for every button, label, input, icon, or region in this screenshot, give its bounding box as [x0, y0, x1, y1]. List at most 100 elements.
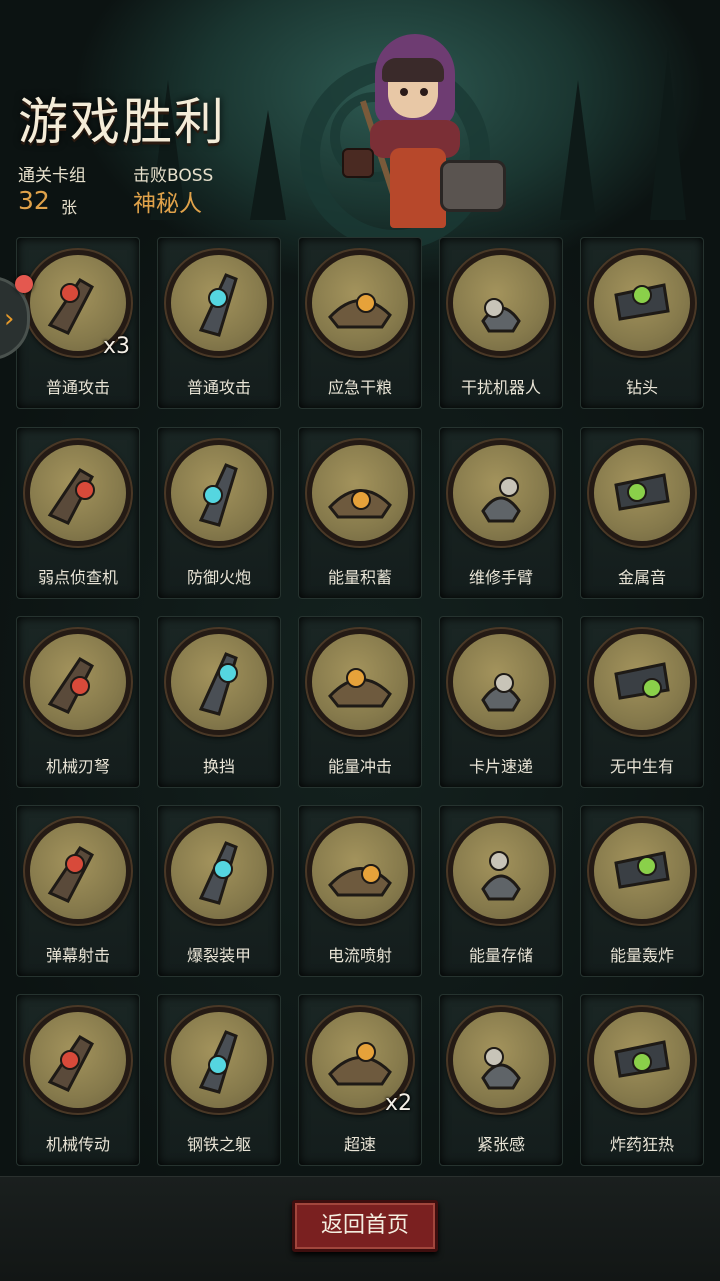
card-art	[453, 1012, 549, 1108]
deck-count: 32	[18, 186, 50, 215]
deck-unit: 张	[61, 198, 78, 217]
card-art	[453, 823, 549, 919]
deck-card[interactable]: 紧张感	[439, 994, 563, 1166]
card-name: 卡片速递	[468, 757, 533, 776]
card-name: 普通攻击	[186, 378, 251, 397]
card-art	[312, 445, 408, 541]
card-frame	[25, 629, 131, 735]
card-art	[171, 823, 267, 919]
return-home-button[interactable]: 返回首页	[292, 1200, 438, 1252]
card-name: 换挡	[202, 757, 235, 776]
hero-eye	[420, 88, 428, 96]
gear-shift-icon	[198, 652, 238, 716]
card-frame	[166, 440, 272, 546]
deck-card[interactable]: 机械刃弩	[16, 616, 140, 788]
deck-card[interactable]: 无中生有	[580, 616, 704, 788]
card-name: 紧张感	[476, 1135, 525, 1154]
pliers-icon	[198, 273, 238, 337]
card-frame	[307, 250, 413, 356]
card-art	[171, 255, 267, 351]
card-frame	[166, 818, 272, 924]
card-frame	[589, 1007, 695, 1113]
hero-character	[330, 28, 506, 228]
card-name: 钻头	[625, 378, 658, 397]
deck-card[interactable]: 钢铁之躯	[157, 994, 281, 1166]
card-frame	[307, 629, 413, 735]
card-art	[312, 823, 408, 919]
scout-drone-icon	[47, 467, 95, 525]
deck-card[interactable]: 干扰机器人	[439, 237, 563, 409]
deck-card[interactable]: 弱点侦查机	[16, 427, 140, 599]
deck-card[interactable]: 机械传动	[16, 994, 140, 1166]
deck-card[interactable]: 炸药狂热	[580, 994, 704, 1166]
card-art	[453, 255, 549, 351]
card-name: 普通攻击	[45, 378, 110, 397]
card-count: x2	[385, 1091, 413, 1116]
card-name: 机械刃弩	[45, 757, 110, 776]
deck-card[interactable]: 卡片速递	[439, 616, 563, 788]
card-frame	[25, 818, 131, 924]
card-art	[30, 634, 126, 730]
hero-glove	[342, 148, 374, 178]
hero-eye	[400, 88, 408, 96]
card-name: 防御火炮	[186, 568, 251, 587]
deck-card[interactable]: 应急干粮	[298, 237, 422, 409]
summon-icon	[614, 662, 670, 700]
deck-card[interactable]: 金属音	[580, 427, 704, 599]
card-name: 机械传动	[45, 1135, 110, 1154]
card-name: 钢铁之躯	[186, 1135, 251, 1154]
card-art	[594, 1012, 690, 1108]
jammer-robot-icon	[481, 298, 521, 333]
deck-card[interactable]: 弹幕射击	[16, 805, 140, 977]
card-name: 无中生有	[609, 757, 674, 776]
chevron-right-icon[interactable]: ›	[4, 304, 14, 334]
deck-card[interactable]: 能量冲击	[298, 616, 422, 788]
deck-card[interactable]: 超速 x2	[298, 994, 422, 1166]
card-art	[594, 823, 690, 919]
rations-icon	[328, 293, 392, 329]
deck-card[interactable]: 换挡	[157, 616, 281, 788]
card-frame	[589, 250, 695, 356]
deck-card[interactable]: 电流喷射	[298, 805, 422, 977]
card-frame	[448, 629, 554, 735]
blade-crossbow-icon	[47, 656, 94, 714]
card-frame	[448, 250, 554, 356]
repair-arm-icon	[481, 477, 521, 523]
deck-card[interactable]: 维修手臂	[439, 427, 563, 599]
card-name: 维修手臂	[468, 568, 533, 587]
deck-card[interactable]: 防御火炮	[157, 427, 281, 599]
deck-card[interactable]: 能量轰炸	[580, 805, 704, 977]
card-frame	[589, 818, 695, 924]
card-frame	[448, 440, 554, 546]
hero-arm-cannon	[440, 160, 506, 212]
card-frame	[448, 818, 554, 924]
background-tree	[250, 110, 286, 220]
deck-card[interactable]: 钻头	[580, 237, 704, 409]
energy-shock-icon	[328, 668, 392, 708]
card-frame	[166, 250, 272, 356]
background-tree	[560, 80, 596, 220]
transmission-icon	[47, 1034, 94, 1092]
energy-bomb-icon	[614, 851, 670, 889]
card-art	[171, 634, 267, 730]
energy-storage-icon	[481, 851, 521, 901]
card-art	[171, 445, 267, 541]
card-name: 超速	[343, 1135, 376, 1154]
boss-label: 击败BOSS	[133, 166, 214, 186]
page-title: 游戏胜利	[18, 93, 226, 151]
deck-card[interactable]: 普通攻击 x3	[16, 237, 140, 409]
energy-core-icon	[328, 489, 392, 519]
boss-name: 神秘人	[133, 191, 202, 217]
card-frame	[166, 629, 272, 735]
card-art	[594, 634, 690, 730]
card-name: 能量轰炸	[609, 946, 674, 965]
horn-icon	[614, 473, 670, 511]
deck-card[interactable]: 爆裂装甲	[157, 805, 281, 977]
deck-card[interactable]: 能量存储	[439, 805, 563, 977]
card-name: 爆裂装甲	[186, 946, 251, 965]
barrage-icon	[47, 845, 94, 903]
deck-card[interactable]: 普通攻击	[157, 237, 281, 409]
deck-card[interactable]: 能量积蓄	[298, 427, 422, 599]
card-name: 应急干粮	[327, 378, 392, 397]
card-name: 炸药狂热	[609, 1135, 674, 1154]
